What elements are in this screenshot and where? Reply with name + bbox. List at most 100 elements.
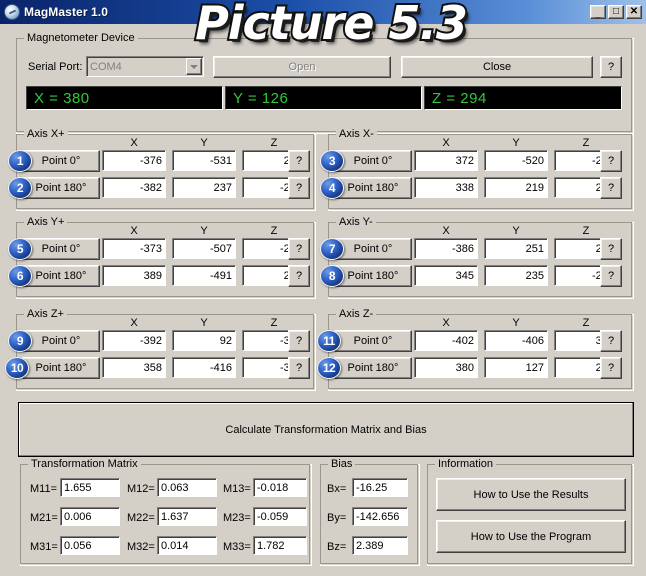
axis-y-minus-p0-x[interactable]: -386 <box>414 238 478 259</box>
minimize-icon: _ <box>595 9 601 19</box>
calculate-transformation-button[interactable]: Calculate Transformation Matrix and Bias <box>18 402 634 457</box>
axis-y-minus-point-0-button[interactable]: Point 0° <box>334 238 412 260</box>
close-window-button[interactable]: ✕ <box>626 5 642 19</box>
axis-z-minus-p0-x[interactable]: -402 <box>414 330 478 351</box>
axis-x-minus-label: Axis X- <box>336 128 377 140</box>
axis-x-plus-p0-y[interactable]: -531 <box>172 150 236 171</box>
m22-field[interactable]: 1.637 <box>157 507 217 526</box>
axis-y-minus-p0-y[interactable]: 251 <box>484 238 548 259</box>
by-field[interactable]: -142.656 <box>352 507 408 526</box>
axis-x-plus-p180-y[interactable]: 237 <box>172 177 236 198</box>
bx-field[interactable]: -16.25 <box>352 478 408 497</box>
axis-y-plus-p180-help-button[interactable]: ? <box>288 265 310 287</box>
open-port-button[interactable]: Open <box>213 56 391 78</box>
badge-11: 11 <box>317 330 341 352</box>
m11-label: M11= <box>30 483 58 495</box>
axis-y-plus-point-180-button[interactable]: Point 180° <box>22 265 100 287</box>
axis-z-plus-p180-y[interactable]: -416 <box>172 357 236 378</box>
axis-x-plus-col-z: Z <box>270 137 278 149</box>
axis-y-plus-point-0-button[interactable]: Point 0° <box>22 238 100 260</box>
close-port-button[interactable]: Close <box>401 56 593 78</box>
axis-x-plus-p180-help-button[interactable]: ? <box>288 177 310 199</box>
chevron-down-icon[interactable] <box>186 58 202 75</box>
axis-y-minus-label: Axis Y- <box>336 216 376 228</box>
axis-z-plus-p180-x[interactable]: 358 <box>102 357 166 378</box>
axis-z-minus-label: Axis Z- <box>336 308 377 320</box>
axis-z-plus-point-180-button[interactable]: Point 180° <box>22 357 100 379</box>
axis-z-plus-point-0-button[interactable]: Point 0° <box>22 330 100 352</box>
device-help-button[interactable]: ? <box>600 56 622 78</box>
maximize-button[interactable]: □ <box>608 5 624 19</box>
axis-y-plus-p180-y[interactable]: -491 <box>172 265 236 286</box>
axis-z-plus-label: Axis Z+ <box>24 308 67 320</box>
axis-x-minus-point-0-button[interactable]: Point 0° <box>334 150 412 172</box>
badge-8: 8 <box>320 265 344 287</box>
axis-x-plus-p0-help-button[interactable]: ? <box>288 150 310 172</box>
axis-z-plus-p0-help-button[interactable]: ? <box>288 330 310 352</box>
axis-z-plus-p0-x[interactable]: -392 <box>102 330 166 351</box>
m12-label: M12= <box>127 483 155 495</box>
axis-y-minus-p180-help-button[interactable]: ? <box>600 265 622 287</box>
axis-z-minus-p0-help-button[interactable]: ? <box>600 330 622 352</box>
axis-z-minus-p180-help-button[interactable]: ? <box>600 357 622 379</box>
axis-y-plus-col-x: X <box>130 225 138 237</box>
minimize-button[interactable]: _ <box>590 5 606 19</box>
axis-z-minus-col-z: Z <box>582 317 590 329</box>
axis-x-plus-p0-x[interactable]: -376 <box>102 150 166 171</box>
axis-x-minus-p0-help-button[interactable]: ? <box>600 150 622 172</box>
m11-field[interactable]: 1.655 <box>60 478 120 497</box>
window-title: MagMaster 1.0 <box>24 5 108 19</box>
axis-z-plus-p0-y[interactable]: 92 <box>172 330 236 351</box>
axis-x-minus-col-y: Y <box>512 137 520 149</box>
axis-x-minus-col-x: X <box>442 137 450 149</box>
axis-x-minus-p0-x[interactable]: 372 <box>414 150 478 171</box>
axis-x-minus-p180-y[interactable]: 219 <box>484 177 548 198</box>
axis-z-minus-point-0-button[interactable]: Point 0° <box>334 330 412 352</box>
axis-y-plus-p180-x[interactable]: 389 <box>102 265 166 286</box>
m33-field[interactable]: 1.782 <box>253 536 307 555</box>
axis-x-minus-point-180-button[interactable]: Point 180° <box>334 177 412 199</box>
axis-y-minus-col-x: X <box>442 225 450 237</box>
axis-y-minus-p180-y[interactable]: 235 <box>484 265 548 286</box>
axis-z-minus-p180-x[interactable]: 380 <box>414 357 478 378</box>
m32-field[interactable]: 0.014 <box>157 536 217 555</box>
z-readout: Z = 294 <box>424 86 622 110</box>
m13-field[interactable]: -0.018 <box>253 478 307 497</box>
axis-x-minus-p180-x[interactable]: 338 <box>414 177 478 198</box>
transformation-matrix-group-label: Transformation Matrix <box>28 458 141 470</box>
window-controls: _ □ ✕ <box>590 5 642 19</box>
axis-z-plus-p180-help-button[interactable]: ? <box>288 357 310 379</box>
how-to-use-program-button[interactable]: How to Use the Program <box>436 520 626 553</box>
axis-y-minus-p0-help-button[interactable]: ? <box>600 238 622 260</box>
axis-x-plus-col-x: X <box>130 137 138 149</box>
badge-6: 6 <box>8 265 32 287</box>
bz-field[interactable]: 2.389 <box>352 536 408 555</box>
axis-x-minus-p0-y[interactable]: -520 <box>484 150 548 171</box>
m31-field[interactable]: 0.056 <box>60 536 120 555</box>
axis-y-minus-p180-x[interactable]: 345 <box>414 265 478 286</box>
axis-z-minus-p0-y[interactable]: -406 <box>484 330 548 351</box>
axis-x-minus-col-z: Z <box>582 137 590 149</box>
axis-z-minus-p180-y[interactable]: 127 <box>484 357 548 378</box>
axis-y-plus-p0-y[interactable]: -507 <box>172 238 236 259</box>
serial-port-select[interactable]: COM4 <box>86 56 204 77</box>
axis-y-plus-p0-x[interactable]: -373 <box>102 238 166 259</box>
m12-field[interactable]: 0.063 <box>157 478 217 497</box>
m23-field[interactable]: -0.059 <box>253 507 307 526</box>
magmaster-window: MagMaster 1.0 _ □ ✕ Magnetometer Device … <box>0 0 646 576</box>
app-globe-icon <box>4 4 20 20</box>
axis-y-plus-p0-help-button[interactable]: ? <box>288 238 310 260</box>
axis-z-minus-point-180-button[interactable]: Point 180° <box>334 357 412 379</box>
m21-field[interactable]: 0.006 <box>60 507 120 526</box>
axis-x-plus-point-0-button[interactable]: Point 0° <box>22 150 100 172</box>
axis-x-plus-point-180-button[interactable]: Point 180° <box>22 177 100 199</box>
how-to-use-results-button[interactable]: How to Use the Results <box>436 478 626 511</box>
axis-x-plus-p180-x[interactable]: -382 <box>102 177 166 198</box>
axis-y-minus-point-180-button[interactable]: Point 180° <box>334 265 412 287</box>
axis-x-plus-col-y: Y <box>200 137 208 149</box>
close-icon: ✕ <box>629 6 639 17</box>
axis-z-plus-col-y: Y <box>200 317 208 329</box>
client-area: Magnetometer Device Serial Port: COM4 Op… <box>0 24 646 576</box>
m22-label: M22= <box>127 512 155 524</box>
axis-x-minus-p180-help-button[interactable]: ? <box>600 177 622 199</box>
